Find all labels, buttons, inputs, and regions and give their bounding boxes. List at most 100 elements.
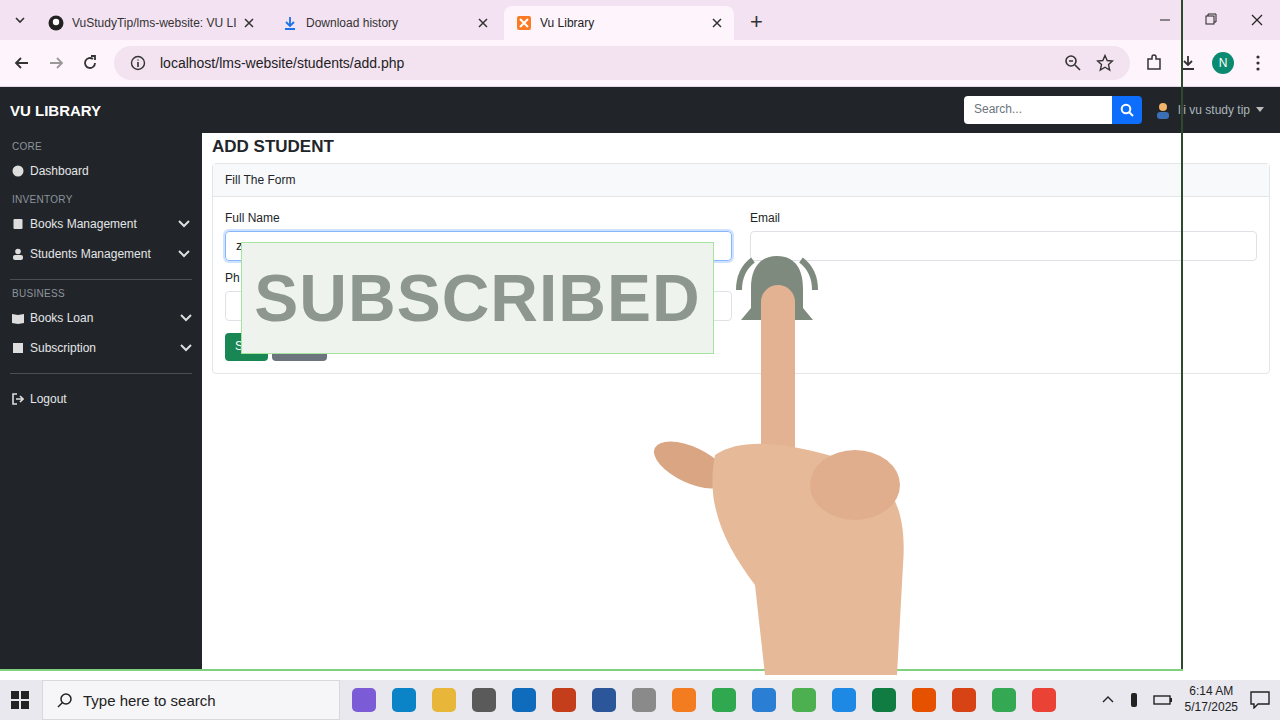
app-icon[interactable] xyxy=(472,688,496,712)
app-icon[interactable] xyxy=(1032,688,1056,712)
app-icon[interactable] xyxy=(632,688,656,712)
app-icon[interactable] xyxy=(352,688,376,712)
search-icon xyxy=(1120,103,1134,117)
app-icon[interactable] xyxy=(992,688,1016,712)
time: 6:14 AM xyxy=(1189,684,1233,700)
extensions-icon[interactable] xyxy=(1144,53,1164,73)
site-search: Search... xyxy=(964,96,1142,124)
user-avatar-icon xyxy=(1154,101,1172,119)
search-icon xyxy=(57,692,73,708)
sidebar-section: COREDashboard xyxy=(0,141,202,186)
page-body: COREDashboardINVENTORY Books Management St… xyxy=(0,133,1280,670)
info-icon[interactable] xyxy=(130,55,146,71)
sidebar-label: Books Management xyxy=(30,217,172,231)
menu-item-icon xyxy=(12,312,24,324)
sidebar-item[interactable]: Books Loan xyxy=(10,303,192,333)
video-frame-line xyxy=(1181,0,1183,671)
page-title: ADD STUDENT xyxy=(212,137,1270,157)
profile-avatar[interactable]: N xyxy=(1212,52,1234,74)
close-window-icon[interactable] xyxy=(1234,0,1280,40)
date: 5/17/2025 xyxy=(1185,700,1238,716)
user-menu[interactable]: lli vu study tip xyxy=(1154,101,1264,119)
app-icon[interactable] xyxy=(592,688,616,712)
menu-item-icon xyxy=(12,165,24,177)
sidebar-label: Students Management xyxy=(30,247,172,261)
sidebar-item[interactable]: Students Management xyxy=(0,239,202,269)
browser-tab[interactable]: Vu Library xyxy=(504,6,734,40)
brand[interactable]: VU LIBRARY xyxy=(10,102,101,119)
tab-label: Download history xyxy=(306,16,470,30)
browser-tab[interactable]: VuStudyTip/lms-website: VU LI xyxy=(36,6,266,40)
site-navbar: VU LIBRARY Search... lli vu study tip xyxy=(0,87,1280,133)
address-bar[interactable]: localhost/lms-website/students/add.php xyxy=(114,46,1130,80)
zoom-icon[interactable] xyxy=(1064,54,1082,72)
subscribed-text: SUBSCRIBED xyxy=(254,260,700,336)
chevron-down-icon xyxy=(178,250,190,258)
taskbar-search[interactable]: Type here to search xyxy=(42,680,340,720)
sidebar-item[interactable]: Dashboard xyxy=(0,156,202,186)
menu-item-icon xyxy=(12,342,24,354)
app-icon[interactable] xyxy=(672,688,696,712)
sidebar-label: Dashboard xyxy=(30,164,190,178)
app-icon[interactable] xyxy=(512,688,536,712)
notification-icon[interactable] xyxy=(1250,691,1270,709)
clock[interactable]: 6:14 AM5/17/2025 xyxy=(1185,684,1238,715)
sidebar-section: BUSINESSBooks Loan Subscription xyxy=(10,279,192,363)
sidebar-section: INVENTORY Books Management Students Manage… xyxy=(0,186,202,269)
search-input[interactable]: Search... xyxy=(964,96,1112,124)
app-icon[interactable] xyxy=(392,688,416,712)
sidebar-section: Logout xyxy=(10,373,192,414)
usb-icon[interactable] xyxy=(1127,692,1141,708)
sidebar-heading: BUSINESS xyxy=(10,280,192,303)
back-icon[interactable] xyxy=(12,53,32,73)
app-icon[interactable] xyxy=(792,688,816,712)
tray-chevron-icon[interactable] xyxy=(1101,693,1115,707)
reload-icon[interactable] xyxy=(80,53,100,73)
search-button[interactable] xyxy=(1112,96,1142,124)
app-icon[interactable] xyxy=(752,688,776,712)
xampp-icon xyxy=(516,15,532,31)
field-label: Full Name xyxy=(225,211,732,225)
chevron-down-icon xyxy=(180,344,192,352)
user-name: lli vu study tip xyxy=(1178,103,1250,117)
app-icon[interactable] xyxy=(912,688,936,712)
taskbar: Type here to search 6:14 AM5/17/2025 xyxy=(0,680,1280,720)
logout-item[interactable]: Logout xyxy=(10,384,192,414)
app-icon[interactable] xyxy=(872,688,896,712)
app-icon[interactable] xyxy=(832,688,856,712)
address-row: localhost/lms-website/students/add.php N xyxy=(0,40,1280,87)
sidebar-label: Logout xyxy=(30,392,180,406)
taskbar-apps xyxy=(352,688,1056,712)
sidebar-item[interactable]: Subscription xyxy=(10,333,192,363)
url-text: localhost/lms-website/students/add.php xyxy=(160,55,404,71)
close-icon[interactable] xyxy=(244,18,254,28)
menu-item-icon xyxy=(12,248,24,260)
sidebar-label: Subscription xyxy=(30,341,174,355)
close-icon[interactable] xyxy=(712,18,722,28)
download-icon xyxy=(282,15,298,31)
app-icon[interactable] xyxy=(432,688,456,712)
window-controls xyxy=(1142,0,1280,40)
sidebar-heading: INVENTORY xyxy=(0,186,202,209)
battery-icon[interactable] xyxy=(1153,693,1173,707)
menu-item-icon xyxy=(12,218,24,230)
sidebar: COREDashboardINVENTORY Books Management St… xyxy=(0,133,202,670)
tab-search-icon[interactable] xyxy=(8,0,32,40)
forward-icon[interactable] xyxy=(46,53,66,73)
app-icon[interactable] xyxy=(952,688,976,712)
restore-icon[interactable] xyxy=(1188,0,1234,40)
video-frame-line xyxy=(0,669,1183,671)
close-icon[interactable] xyxy=(478,18,488,28)
menu-icon[interactable] xyxy=(1248,53,1268,73)
github-icon xyxy=(48,15,64,31)
screen: VuStudyTip/lms-website: VU LI Download hi… xyxy=(0,0,1280,720)
app-icon[interactable] xyxy=(552,688,576,712)
subscribed-banner: SUBSCRIBED xyxy=(241,242,714,354)
sidebar-item[interactable]: Books Management xyxy=(0,209,202,239)
new-tab-button[interactable]: + xyxy=(738,4,775,40)
browser-tab[interactable]: Download history xyxy=(270,6,500,40)
app-icon[interactable] xyxy=(712,688,736,712)
windows-start-icon[interactable] xyxy=(10,690,30,710)
star-icon[interactable] xyxy=(1096,54,1114,72)
logout-icon xyxy=(12,393,24,405)
